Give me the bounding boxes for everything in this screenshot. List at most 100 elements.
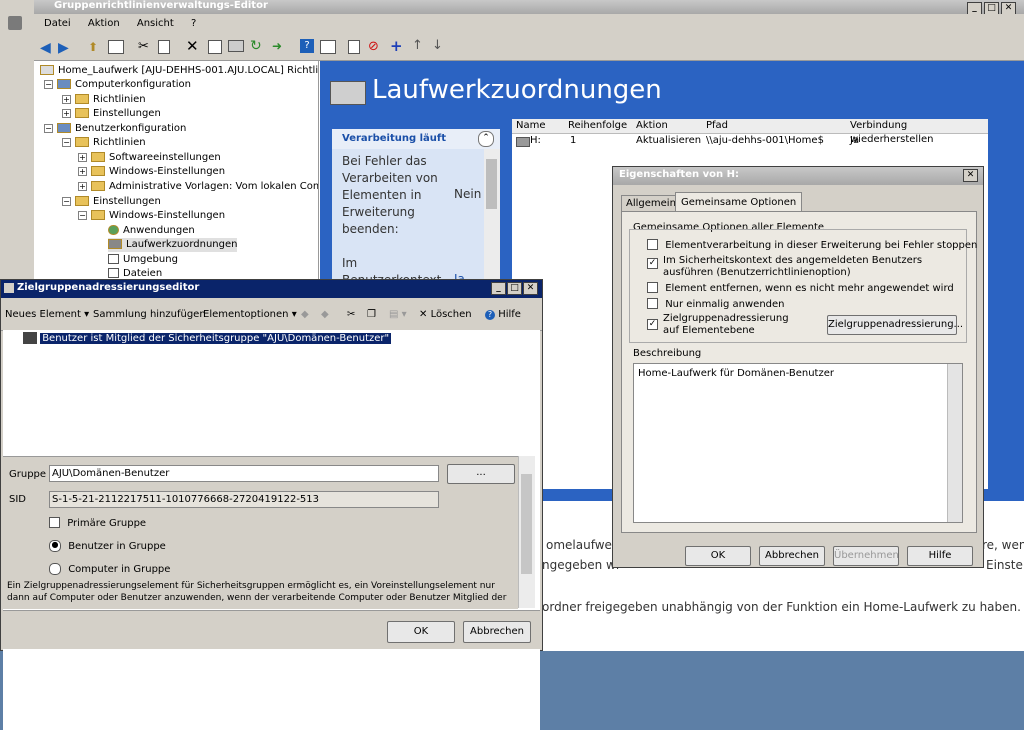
- side-panel-scrollbar[interactable]: [484, 149, 500, 289]
- move-down-arrow-icon[interactable]: ◆: [321, 300, 329, 330]
- forward-icon[interactable]: ▶: [58, 40, 69, 56]
- cut-icon[interactable]: ✂: [138, 39, 149, 54]
- description-field[interactable]: Home-Laufwerk für Domänen-Benutzer: [633, 363, 963, 523]
- collapse-chevron-icon[interactable]: ⌃: [478, 131, 494, 147]
- col-action[interactable]: Aktion: [636, 119, 668, 133]
- tree-item-windows-einstellungen-user[interactable]: − Windows-Einstellungen: [78, 209, 225, 223]
- props-cancel-button[interactable]: Abbrechen: [759, 546, 825, 566]
- targeting-cancel-button[interactable]: Abbrechen: [463, 621, 531, 643]
- collapse-icon[interactable]: −: [44, 79, 53, 89]
- expand-icon[interactable]: +: [78, 166, 87, 176]
- tree-item-computerkonfiguration[interactable]: − Computerkonfiguration: [44, 78, 191, 92]
- stop-icon[interactable]: ⊘: [368, 39, 379, 54]
- option-user-context-checkbox[interactable]: ✓: [647, 258, 658, 269]
- menu-ansicht[interactable]: Ansicht: [137, 18, 174, 29]
- radio-computer-option[interactable]: Computer in Gruppe: [49, 563, 170, 575]
- collapse-icon[interactable]: −: [62, 137, 71, 147]
- print-icon[interactable]: [228, 40, 244, 52]
- help-icon[interactable]: ?: [300, 39, 314, 53]
- view-icon[interactable]: [320, 40, 336, 54]
- targeting-minimize-button[interactable]: _: [491, 282, 506, 295]
- move-up-arrow-icon[interactable]: ◆: [301, 300, 309, 330]
- sid-field[interactable]: S-1-5-21-2112217511-1010776668-272041912…: [49, 491, 439, 508]
- menu-help[interactable]: ?: [191, 18, 196, 29]
- collapse-icon[interactable]: −: [62, 196, 71, 206]
- properties-icon[interactable]: [208, 40, 222, 54]
- tree-root[interactable]: Home_Laufwerk [AJU-DEHHS-001.AJU.LOCAL] …: [40, 64, 318, 78]
- delete-button[interactable]: ✕ Löschen: [419, 300, 472, 330]
- option-apply-once[interactable]: Nur einmalig anwenden: [647, 298, 785, 310]
- option-item-targeting-checkbox[interactable]: ✓: [647, 319, 658, 330]
- tree-item-richtlinien-user[interactable]: − Richtlinien: [62, 136, 146, 150]
- col-name[interactable]: Name: [516, 119, 546, 133]
- props-apply-button[interactable]: Übernehmen: [833, 546, 899, 566]
- menu-aktion[interactable]: Aktion: [88, 18, 120, 29]
- add-collection-button[interactable]: Sammlung hinzufügen: [93, 300, 206, 330]
- expand-icon[interactable]: +: [62, 94, 71, 104]
- move-down-icon[interactable]: ↓: [432, 38, 443, 53]
- targeting-maximize-button[interactable]: □: [507, 282, 522, 295]
- primary-group-checkbox[interactable]: [49, 517, 60, 528]
- targeting-close-button[interactable]: ✕: [523, 282, 538, 295]
- tree-item-einstellungen-user[interactable]: − Einstellungen: [62, 195, 161, 209]
- option-stop-on-error-checkbox[interactable]: [647, 239, 658, 250]
- tab-allgemein[interactable]: Allgemein: [621, 195, 681, 212]
- option-apply-once-checkbox[interactable]: [647, 298, 658, 309]
- tree-item-umgebung[interactable]: Umgebung: [108, 253, 178, 267]
- move-up-icon[interactable]: ↑: [412, 38, 423, 53]
- tree-item-anwendungen[interactable]: Anwendungen: [108, 224, 195, 238]
- description-scrollbar[interactable]: [947, 364, 962, 522]
- new-item-icon[interactable]: [348, 40, 360, 54]
- menu-datei[interactable]: Datei: [44, 18, 71, 29]
- cut-icon[interactable]: ✂: [347, 300, 355, 330]
- radio-user-button[interactable]: ●: [49, 540, 61, 552]
- collapse-icon[interactable]: −: [44, 123, 53, 133]
- collapse-icon[interactable]: −: [78, 210, 87, 220]
- details-scrollbar[interactable]: [518, 456, 535, 608]
- tree-item-benutzerkonfiguration[interactable]: − Benutzerkonfiguration: [44, 122, 186, 136]
- expand-icon[interactable]: +: [78, 152, 87, 162]
- props-close-button[interactable]: ✕: [963, 169, 978, 182]
- tree-item-dateien[interactable]: Dateien: [108, 267, 162, 279]
- tree-item-richtlinien[interactable]: + Richtlinien: [62, 93, 146, 107]
- col-order[interactable]: Reihenfolge: [568, 119, 627, 133]
- radio-computer-button[interactable]: [49, 563, 61, 575]
- targeting-button[interactable]: Zielgruppenadressierung...: [827, 315, 963, 335]
- col-path[interactable]: Pfad: [706, 119, 728, 133]
- show-tree-icon[interactable]: [108, 40, 124, 54]
- copy-icon[interactable]: [158, 40, 170, 54]
- tree-item-laufwerkzuordnungen[interactable]: Laufwerkzuordnungen: [108, 238, 238, 252]
- props-ok-button[interactable]: OK: [685, 546, 751, 566]
- props-help-button[interactable]: Hilfe: [907, 546, 973, 566]
- up-folder-icon[interactable]: ⬆: [88, 40, 98, 54]
- add-icon[interactable]: +: [390, 37, 403, 55]
- option-remove-item-checkbox[interactable]: [647, 282, 658, 293]
- new-element-menu[interactable]: Neues Element ▾: [5, 300, 89, 330]
- refresh-icon[interactable]: ↻: [250, 38, 262, 54]
- tree-item-administrative-vorlagen[interactable]: + Administrative Vorlagen: Vom lokalen Co…: [78, 180, 318, 194]
- expand-icon[interactable]: +: [62, 108, 71, 118]
- element-options-menu[interactable]: Elementoptionen ▾: [203, 300, 297, 330]
- copy-icon[interactable]: ❐: [367, 300, 376, 330]
- targeting-ok-button[interactable]: OK: [387, 621, 455, 643]
- primary-group-option[interactable]: Primäre Gruppe: [49, 517, 146, 529]
- targeting-item-row[interactable]: Benutzer ist Mitglied der Sicherheitsgru…: [23, 332, 392, 344]
- browse-button[interactable]: ...: [447, 464, 515, 484]
- option-remove-item[interactable]: Element entfernen, wenn es nicht mehr an…: [647, 282, 954, 294]
- paste-icon[interactable]: ▤ ▾: [389, 300, 407, 330]
- tree-item-einstellungen[interactable]: + Einstellungen: [62, 107, 161, 121]
- option-stop-on-error[interactable]: Elementverarbeitung in dieser Erweiterun…: [647, 239, 977, 251]
- tree-item-windows-einstellungen[interactable]: + Windows-Einstellungen: [78, 165, 225, 179]
- export-icon[interactable]: ➜: [272, 39, 282, 53]
- delete-icon[interactable]: ✕: [186, 37, 199, 55]
- expand-icon[interactable]: +: [78, 181, 87, 191]
- back-icon[interactable]: ◀: [40, 40, 51, 56]
- help-button[interactable]: ? Hilfe: [485, 300, 521, 330]
- tree-item-softwareeinstellungen[interactable]: + Softwareeinstellungen: [78, 151, 221, 165]
- side-panel-scrollbar-thumb[interactable]: [486, 159, 497, 209]
- group-input[interactable]: AJU\Domänen-Benutzer: [49, 465, 439, 482]
- tab-gemeinsame-optionen[interactable]: Gemeinsame Optionen: [675, 192, 803, 212]
- table-row[interactable]: H: 1 Aktualisieren \\aju-dehhs-001\Home$…: [512, 134, 988, 148]
- details-scrollbar-thumb[interactable]: [521, 474, 532, 574]
- radio-user-option[interactable]: ● Benutzer in Gruppe: [49, 540, 166, 552]
